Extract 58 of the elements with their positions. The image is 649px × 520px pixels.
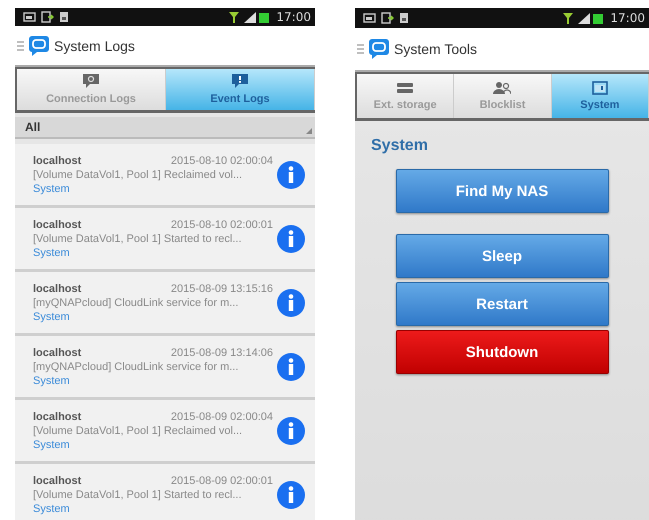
chat-icon [82,73,100,90]
tab[interactable]: System [552,74,649,118]
filter-dropdown[interactable]: All [15,116,315,139]
log-host: localhost [33,282,82,294]
log-category: System [33,438,71,450]
log-entry[interactable]: localhost 2015-08-09 13:15:16 [myQNAPcloud] CloudLink service for m... System [15,272,315,336]
action-button[interactable]: Sleep [396,234,608,278]
info-icon[interactable] [277,288,305,316]
log-message: [Volume DataVol1, Pool 1] Started to recl... [33,488,243,500]
log-category: System [33,182,71,194]
info-icon[interactable] [277,416,305,444]
menu-icon[interactable] [17,40,24,51]
menu-icon[interactable] [357,44,364,54]
info-icon[interactable] [277,352,305,380]
log-entry[interactable]: localhost 2015-08-09 02:00:04 [Volume DataVol1, Pool 1] Reclaimed vol... System [15,400,315,464]
log-host: localhost [33,154,82,166]
log-category: System [33,502,71,514]
log-host: localhost [33,218,82,230]
info-icon[interactable] [277,160,305,188]
action-button[interactable]: Shutdown [396,330,608,374]
drive-icon [396,81,414,95]
log-category: System [33,246,71,258]
action-button[interactable]: Find My NAS [396,169,608,213]
action-button[interactable]: Restart [396,282,608,326]
speech-bubble-icon [28,34,50,57]
info-icon[interactable] [277,224,305,252]
tab[interactable]: Event Logs [166,69,315,110]
screen-title: System Logs [54,38,135,54]
log-entry[interactable]: localhost 2015-08-09 02:00:01 [Volume DataVol1, Pool 1] Started to recl... System [15,464,315,520]
log-category: System [33,310,71,322]
clock-time: 17:00 [276,10,311,24]
log-entry[interactable]: localhost 2015-08-09 13:14:06 [myQNAPcloud] CloudLink service for m... System [15,336,315,400]
log-host: localhost [33,474,82,486]
log-message: [myQNAPcloud] CloudLink service for m... [33,360,240,372]
log-time: 2015-08-10 02:00:04 [170,154,273,166]
log-host: localhost [33,346,82,358]
dropdown-corner-icon [306,128,312,134]
speech-bubble-icon [368,38,390,60]
log-category: System [33,374,71,386]
log-entry[interactable]: localhost 2015-08-10 02:00:04 [Volume DataVol1, Pool 1] Reclaimed vol... System [15,144,315,208]
log-message: [Volume DataVol1, Pool 1] Reclaimed vol... [33,168,244,180]
log-time: 2015-08-09 02:00:01 [170,474,273,486]
section-heading: System [371,137,428,155]
log-host: localhost [33,410,82,422]
log-time: 2015-08-09 13:15:16 [170,282,273,294]
log-time: 2015-08-09 13:14:06 [170,346,273,358]
log-entry[interactable]: localhost 2015-08-10 02:00:01 [Volume DataVol1, Pool 1] Started to recl... System [15,208,315,272]
screen-title: System Tools [394,41,477,57]
window-icon [592,81,608,95]
log-message: [Volume DataVol1, Pool 1] Started to recl... [33,232,243,244]
log-time: 2015-08-09 02:00:04 [170,410,273,422]
people-icon [493,81,512,95]
info-icon[interactable] [277,480,305,508]
log-message: [Volume DataVol1, Pool 1] Reclaimed vol... [33,424,244,436]
log-message: [myQNAPcloud] CloudLink service for m... [33,296,240,308]
clock-time: 17:00 [610,11,645,25]
alert-icon [231,73,249,90]
log-time: 2015-08-10 02:00:01 [170,218,273,230]
